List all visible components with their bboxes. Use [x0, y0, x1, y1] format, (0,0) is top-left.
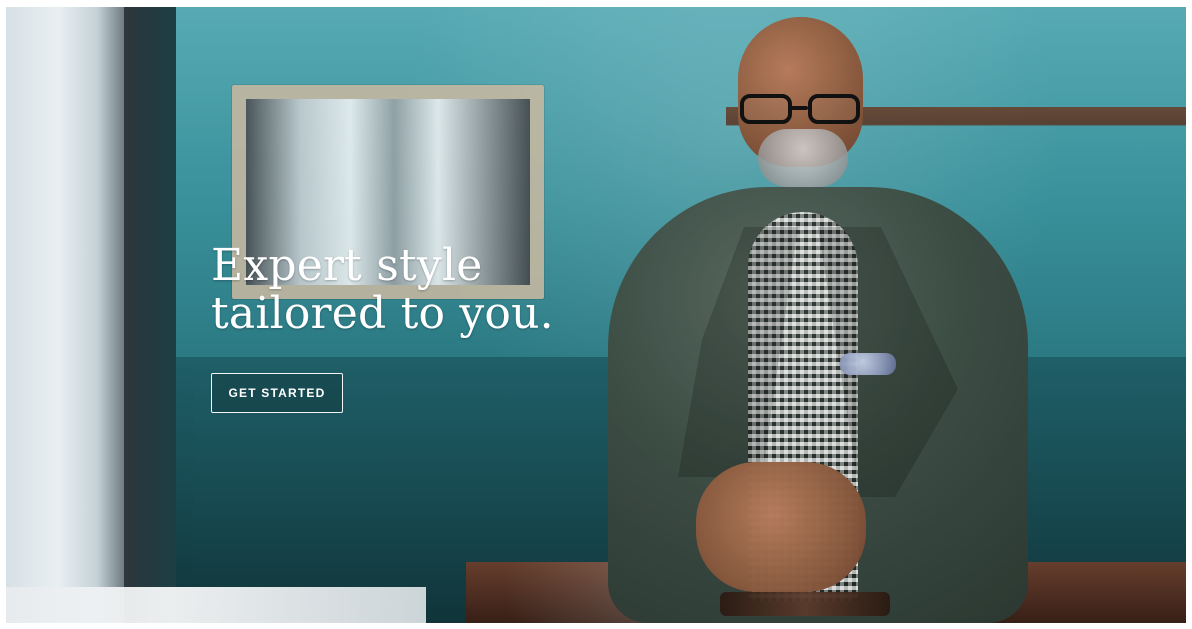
model-pocket-square: [840, 353, 896, 375]
model-beard: [758, 129, 848, 187]
background-window: [6, 7, 136, 623]
hero-headline-line-1: Expert style: [211, 240, 483, 291]
hero-headline: Expert style tailored to you.: [211, 242, 731, 338]
glasses-right-lens: [808, 94, 860, 124]
hero-copy: Expert style tailored to you.: [211, 242, 731, 338]
glasses-bridge: [790, 106, 808, 110]
model-glasses: [740, 94, 862, 128]
glasses-left-lens: [740, 94, 792, 124]
background-bottom-left-furniture: [6, 587, 426, 623]
hero-banner: Expert style tailored to you. GET STARTE…: [6, 7, 1186, 623]
model-hands: [696, 462, 866, 592]
model-belt: [720, 592, 890, 616]
hero-headline-line-2: tailored to you.: [211, 288, 554, 339]
get-started-button[interactable]: GET STARTED: [211, 373, 343, 413]
